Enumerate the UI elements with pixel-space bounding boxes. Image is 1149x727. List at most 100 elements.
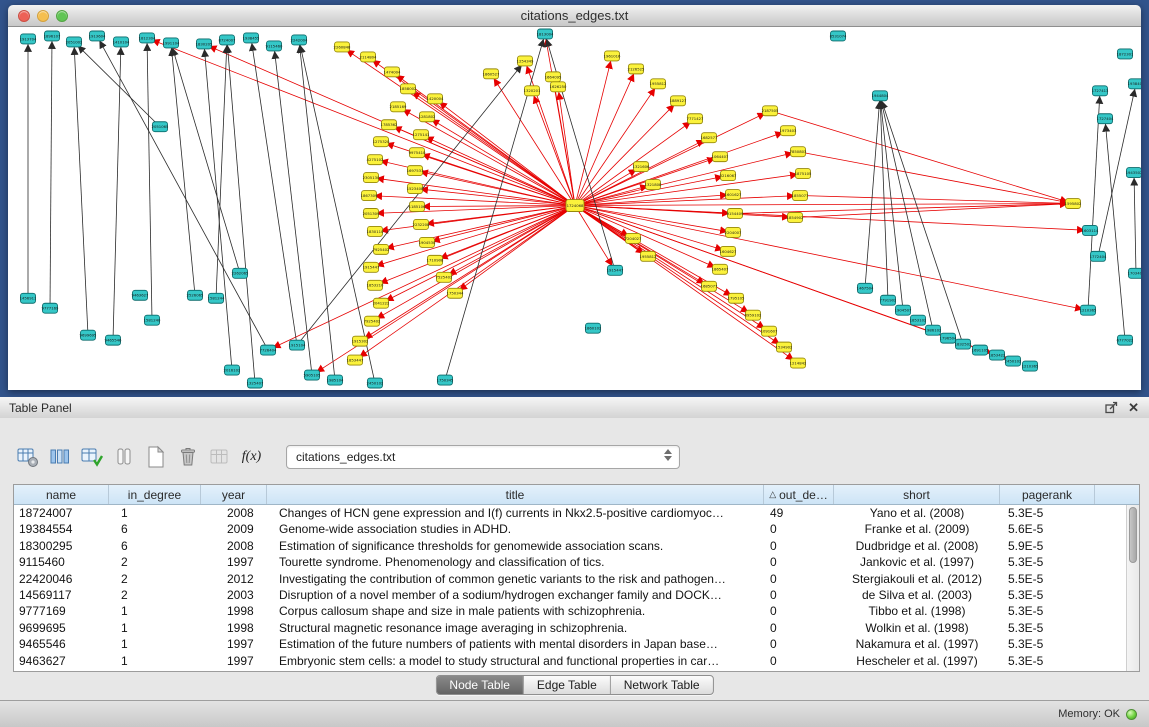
table-cell-name[interactable]: 19384554 [14, 521, 109, 537]
tab-node-table[interactable]: Node Table [436, 676, 524, 694]
graph-node[interactable]: 1991104 [163, 38, 180, 48]
graph-edge[interactable] [575, 131, 788, 206]
graph-node[interactable]: 1915104 [289, 340, 306, 350]
graph-node[interactable]: 1855077 [792, 191, 809, 201]
graph-node[interactable]: 1915302 [352, 336, 369, 346]
minimize-window-button[interactable] [37, 10, 49, 22]
graph-edge[interactable] [147, 38, 152, 320]
table-cell-short[interactable]: Jankovic et al. (1997) [834, 554, 1000, 570]
table-cell-year[interactable]: 2012 [201, 571, 267, 587]
graph-node[interactable]: 2232208 [413, 219, 430, 229]
window-titlebar[interactable]: citations_edges.txt [8, 5, 1141, 27]
table-cell-title[interactable]: Embryonic stem cells: a model to study s… [267, 653, 764, 669]
graph-edge[interactable] [575, 69, 636, 206]
graph-node[interactable]: 1581240 [144, 315, 161, 325]
table-row[interactable]: 1456911722003Disruption of a novel membe… [14, 587, 1127, 603]
graph-node[interactable]: 6777022 [1117, 335, 1134, 345]
graph-node[interactable]: 1534902 [776, 342, 793, 352]
graph-node[interactable]: 9463627 [132, 290, 149, 300]
close-panel-icon[interactable]: ✕ [1128, 401, 1139, 414]
delete-icon[interactable] [174, 444, 201, 470]
graph-node[interactable]: 1830205 [196, 39, 213, 49]
table-cell-title[interactable]: Estimation of the future numbers of pati… [267, 636, 764, 652]
graph-node[interactable]: 1961016 [604, 51, 621, 61]
graph-node[interactable]: 1275320 [373, 137, 390, 147]
table-cell-in_degree[interactable]: 1 [109, 653, 201, 669]
graph-edge[interactable] [798, 152, 1073, 204]
graph-node[interactable]: 2305130 [363, 173, 380, 183]
graph-node[interactable]: 1325407 [247, 378, 264, 388]
graph-node[interactable]: 9115460 [266, 41, 283, 51]
table-mode-icon[interactable] [14, 444, 41, 470]
graph-node[interactable]: 2051065 [152, 122, 169, 132]
graph-node[interactable]: 1601627 [725, 190, 742, 200]
graph-node[interactable]: 1795105 [728, 293, 745, 303]
graph-edge[interactable] [558, 87, 575, 206]
graph-node[interactable]: 1860527 [483, 69, 500, 79]
graph-edge[interactable] [227, 40, 255, 383]
table-cell-year[interactable]: 2008 [201, 538, 267, 554]
graph-node[interactable]: 8959102 [745, 310, 762, 320]
graph-node[interactable]: 1604627 [720, 246, 737, 256]
graph-node[interactable]: 7791902 [880, 295, 897, 305]
graph-node[interactable]: 1832502 [955, 339, 972, 349]
graph-node[interactable]: 1986102 [925, 325, 942, 335]
graph-node[interactable]: 2242004 [291, 35, 308, 45]
graph-edge[interactable] [1105, 119, 1125, 340]
graph-edge[interactable] [372, 206, 575, 322]
table-row[interactable]: 1872400712008Changes of HCN gene express… [14, 505, 1127, 521]
graph-edge[interactable] [575, 101, 678, 206]
table-cell-out_degree[interactable]: 0 [764, 587, 834, 603]
table-cell-in_degree[interactable]: 1 [109, 620, 201, 636]
close-window-button[interactable] [18, 10, 30, 22]
new-file-icon[interactable] [142, 444, 169, 470]
table-scrollbar[interactable] [1126, 505, 1139, 671]
graph-edge[interactable] [355, 206, 575, 361]
graph-node[interactable]: 1872301 [1117, 49, 1134, 59]
graph-edge[interactable] [575, 206, 1090, 231]
graph-node[interactable]: 1091607 [761, 326, 778, 336]
table-cell-in_degree[interactable]: 6 [109, 521, 201, 537]
graph-edge[interactable] [381, 206, 575, 304]
graph-node[interactable]: 1214842 [790, 358, 807, 368]
table-cell-out_degree[interactable]: 0 [764, 636, 834, 652]
network-table-select[interactable]: citations_edges.txt [286, 445, 680, 469]
table-cell-name[interactable]: 18300295 [14, 538, 109, 554]
zoom-window-button[interactable] [56, 10, 68, 22]
table-cell-title[interactable]: Structural magnetic resonance image aver… [267, 620, 764, 636]
graph-node[interactable]: 2016102 [224, 365, 241, 375]
table-cell-out_degree[interactable]: 0 [764, 521, 834, 537]
graph-node[interactable]: 1321808 [645, 180, 662, 190]
table-cell-short[interactable]: Stergiakouli et al. (2012) [834, 571, 1000, 587]
table-row[interactable]: 946554611997Estimation of the future num… [14, 636, 1127, 652]
table-cell-pagerank[interactable]: 5.3E-5 [1000, 620, 1095, 636]
table-cell-in_degree[interactable]: 2 [109, 587, 201, 603]
graph-node[interactable]: 1785362 [381, 120, 398, 130]
graph-edge[interactable] [575, 204, 1073, 206]
table-cell-short[interactable]: Dudbridge et al. (2008) [834, 538, 1000, 554]
graph-node[interactable]: 1860102 [585, 323, 602, 333]
table-cell-short[interactable]: Franke et al. (2009) [834, 521, 1000, 537]
graph-edge[interactable] [575, 206, 769, 332]
column-header-title[interactable]: title [267, 485, 764, 504]
graph-node[interactable]: 1854902 [787, 212, 804, 222]
graph-node[interactable]: 7925402 [364, 316, 381, 326]
graph-node[interactable]: 1410104 [113, 37, 130, 47]
table-cell-name[interactable]: 18724007 [14, 505, 109, 521]
graph-node[interactable]: 1682577 [701, 133, 718, 143]
table-row[interactable]: 946362711997Embryonic stem cells: a mode… [14, 653, 1127, 669]
column-header-pagerank[interactable]: pagerank [1000, 485, 1095, 504]
graph-node[interactable]: 8724007 [219, 35, 236, 45]
table-cell-name[interactable]: 14569117 [14, 587, 109, 603]
graph-edge[interactable] [171, 43, 195, 295]
graph-node[interactable]: 1064407 [712, 152, 729, 162]
graph-edge[interactable] [800, 196, 1073, 204]
column-header-name[interactable]: name [14, 485, 109, 504]
graph-node[interactable]: 1973403 [780, 126, 797, 136]
row-height-icon[interactable] [110, 444, 137, 470]
table-cell-out_degree[interactable]: 0 [764, 554, 834, 570]
graph-edge[interactable] [880, 96, 963, 344]
table-row[interactable]: 977716911998Corpus callosum shape and si… [14, 603, 1127, 619]
graph-node[interactable]: 1938455 [243, 33, 260, 43]
graph-node[interactable]: 1750344 [447, 288, 464, 298]
